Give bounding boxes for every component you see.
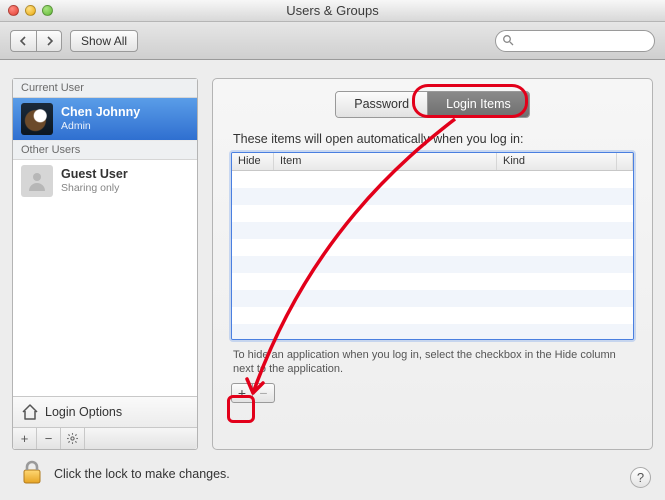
gear-icon — [66, 432, 79, 445]
user-name: Guest User — [61, 168, 128, 182]
col-hide[interactable]: Hide — [232, 153, 274, 170]
sidebar-add-button[interactable]: + — [13, 428, 37, 449]
users-sidebar: Current User Chen Johnny Admin Other Use… — [12, 78, 198, 450]
nav-buttons — [10, 30, 62, 52]
forward-button[interactable] — [36, 30, 62, 52]
sidebar-remove-button[interactable]: − — [37, 428, 61, 449]
sidebar-user-current[interactable]: Chen Johnny Admin — [13, 98, 197, 140]
col-corner — [617, 153, 633, 170]
login-items-headline: These items will open automatically when… — [233, 132, 632, 146]
login-options-label: Login Options — [45, 405, 122, 419]
lock-text: Click the lock to make changes. — [54, 467, 230, 481]
search-icon — [502, 34, 514, 49]
table-row — [232, 290, 633, 307]
table-row — [232, 205, 633, 222]
login-items-hint: To hide an application when you log in, … — [233, 348, 632, 377]
login-options-button[interactable]: Login Options — [13, 396, 197, 427]
show-all-button[interactable]: Show All — [70, 30, 138, 52]
content: Current User Chen Johnny Admin Other Use… — [0, 60, 665, 500]
login-items-table[interactable]: Hide Item Kind — [231, 152, 634, 340]
user-name: Chen Johnny — [61, 106, 140, 120]
help-button[interactable]: ? — [630, 467, 651, 488]
tab-password[interactable]: Password — [336, 92, 427, 117]
table-row — [232, 188, 633, 205]
avatar — [21, 165, 53, 197]
table-row — [232, 256, 633, 273]
window-title: Users & Groups — [0, 3, 665, 18]
table-row — [232, 273, 633, 290]
table-row — [232, 171, 633, 188]
col-kind[interactable]: Kind — [497, 153, 617, 170]
login-items-remove-button[interactable]: − — [253, 383, 275, 403]
person-silhouette-icon — [25, 169, 49, 193]
tab-bar: Password Login Items — [231, 91, 634, 118]
table-row — [232, 239, 633, 256]
sidebar-user-guest[interactable]: Guest User Sharing only — [13, 160, 197, 202]
chevron-left-icon — [19, 36, 28, 46]
right-pane: Password Login Items These items will op… — [212, 78, 653, 450]
chevron-right-icon — [45, 36, 54, 46]
titlebar: Users & Groups — [0, 0, 665, 22]
avatar — [21, 103, 53, 135]
toolbar: Show All — [0, 22, 665, 60]
sidebar-footer: + − — [13, 427, 197, 449]
login-items-add-button[interactable]: + — [231, 383, 253, 403]
col-item[interactable]: Item — [274, 153, 497, 170]
search-input[interactable] — [495, 30, 655, 52]
back-button[interactable] — [10, 30, 36, 52]
user-role: Sharing only — [61, 182, 128, 194]
sidebar-header-other: Other Users — [13, 140, 197, 160]
search-wrap — [495, 30, 655, 52]
table-header: Hide Item Kind — [232, 153, 633, 171]
tab-login-items[interactable]: Login Items — [427, 92, 529, 117]
table-body — [232, 171, 633, 340]
user-role: Admin — [61, 120, 140, 132]
login-items-addremove: + − — [231, 383, 275, 403]
lock-icon[interactable] — [20, 459, 44, 488]
table-row — [232, 307, 633, 324]
home-icon — [21, 403, 39, 421]
table-row — [232, 222, 633, 239]
sidebar-action-button[interactable] — [61, 428, 85, 449]
sidebar-header-current: Current User — [13, 79, 197, 98]
table-row — [232, 324, 633, 340]
lock-row: Click the lock to make changes. — [20, 459, 230, 488]
